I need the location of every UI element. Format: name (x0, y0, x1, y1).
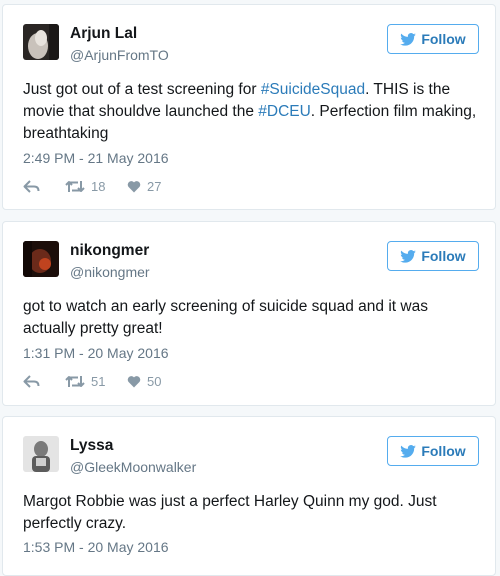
follow-label: Follow (421, 443, 466, 459)
user-handle[interactable]: @nikongmer (70, 264, 150, 280)
follow-label: Follow (421, 248, 466, 264)
tweet-text: Margot Robbie was just a perfect Harley … (23, 493, 437, 532)
tweet-actions: 18 27 (23, 177, 161, 195)
like-button[interactable]: 27 (127, 179, 161, 194)
tweet-actions: 51 50 (23, 372, 161, 390)
retweet-button[interactable]: 18 (65, 179, 127, 194)
like-count: 27 (147, 178, 162, 194)
bird-icon (400, 249, 417, 263)
timestamp[interactable]: 2:49 PM - 21 May 2016 (23, 150, 169, 166)
display-name[interactable]: nikongmer (70, 242, 149, 260)
avatar[interactable] (23, 436, 59, 472)
tweet-text: got to watch an early screening of suici… (23, 298, 428, 337)
tweet-text: Just got out of a test screening for #Su… (23, 79, 479, 145)
retweet-count: 51 (91, 373, 106, 389)
timestamp[interactable]: 1:31 PM - 20 May 2016 (23, 345, 169, 361)
display-name[interactable]: Arjun Lal (70, 25, 137, 43)
tweet-card: nikongmer @nikongmer Follow got to watch… (2, 221, 496, 406)
follow-button[interactable]: Follow (387, 436, 479, 466)
hashtag-link[interactable]: #SuicideSquad (261, 81, 365, 98)
avatar[interactable] (23, 24, 59, 60)
bird-icon (400, 444, 417, 458)
bird-icon (400, 32, 417, 46)
tweet-text-part: Just got out of a test screening for (23, 81, 261, 98)
user-handle[interactable]: @GleekMoonwalker (70, 459, 196, 475)
follow-label: Follow (421, 31, 466, 47)
tweet-card: Lyssa @GleekMoonwalker Follow Margot Rob… (2, 416, 496, 576)
avatar[interactable] (23, 241, 59, 277)
heart-icon (127, 180, 141, 192)
heart-icon (127, 375, 141, 387)
display-name[interactable]: Lyssa (70, 437, 113, 455)
follow-button[interactable]: Follow (387, 241, 479, 271)
tweet-card: Arjun Lal @ArjunFromTO Follow Just got o… (2, 4, 496, 210)
hashtag-link[interactable]: #DCEU (258, 103, 311, 120)
reply-icon (23, 179, 40, 193)
follow-button[interactable]: Follow (387, 24, 479, 54)
retweet-count: 18 (91, 178, 106, 194)
retweet-icon (65, 375, 85, 387)
user-handle[interactable]: @ArjunFromTO (70, 47, 169, 63)
reply-icon (23, 374, 40, 388)
retweet-button[interactable]: 51 (65, 374, 127, 389)
retweet-icon (65, 180, 85, 192)
timestamp[interactable]: 1:53 PM - 20 May 2016 (23, 539, 169, 555)
like-count: 50 (147, 373, 162, 389)
reply-button[interactable] (23, 179, 47, 193)
reply-button[interactable] (23, 374, 47, 388)
like-button[interactable]: 50 (127, 374, 161, 389)
